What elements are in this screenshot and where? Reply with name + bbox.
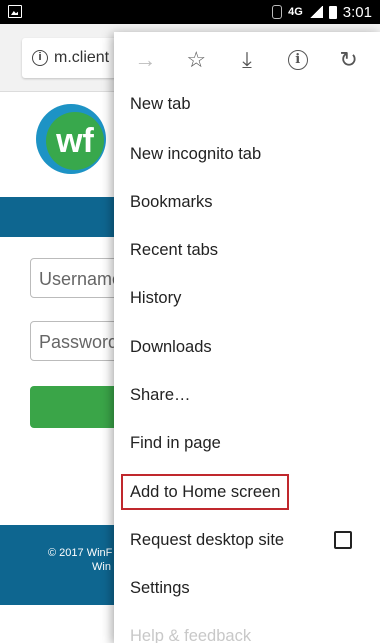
menu-item-new-tab[interactable]: New tab (114, 80, 380, 128)
clock: 3:01 (342, 3, 372, 21)
reload-icon[interactable]: ↻ (332, 43, 366, 77)
status-icons: 4G 3:01 (272, 3, 372, 21)
info-icon: i (287, 50, 308, 70)
request-desktop-site-checkbox[interactable] (334, 531, 352, 549)
battery-icon (328, 5, 337, 19)
menu-item-request-desktop-site[interactable]: Request desktop site (114, 516, 380, 564)
gallery-notification-icon (8, 5, 22, 18)
page-info-button[interactable]: i (281, 43, 315, 77)
url-text: m.client (54, 49, 110, 66)
bookmark-star-icon[interactable]: ☆ (179, 43, 213, 77)
highlight-box (121, 474, 289, 510)
menu-item-find-in-page[interactable]: Find in page (114, 419, 380, 467)
footer-company: Win (92, 561, 111, 573)
vibrate-icon (272, 5, 283, 19)
request-desktop-site-label: Request desktop site (130, 531, 285, 549)
network-type: 4G (288, 5, 303, 18)
site-info-icon[interactable]: i (32, 50, 48, 66)
menu-item-downloads[interactable]: Downloads (114, 323, 380, 371)
menu-item-share[interactable]: Share… (114, 371, 380, 419)
menu-item-bookmarks[interactable]: Bookmarks (114, 178, 380, 226)
menu-item-settings[interactable]: Settings (114, 564, 380, 612)
site-logo: wf (36, 104, 106, 174)
logo-mark: wf (46, 112, 104, 170)
menu-item-new-incognito-tab[interactable]: New incognito tab (114, 130, 380, 178)
menu-item-recent-tabs[interactable]: Recent tabs (114, 226, 380, 274)
menu-item-help-feedback[interactable]: Help & feedback (114, 612, 380, 643)
overflow-menu: → ☆ ⤓ i ↻ New tab New incognito tab Book… (114, 32, 380, 643)
signal-icon (308, 6, 323, 18)
download-icon[interactable]: ⤓ (230, 43, 264, 77)
forward-icon[interactable]: → (128, 43, 162, 77)
status-bar: 4G 3:01 (0, 0, 380, 24)
menu-item-history[interactable]: History (114, 274, 380, 322)
footer-copyright: © 2017 WinF (48, 547, 113, 559)
